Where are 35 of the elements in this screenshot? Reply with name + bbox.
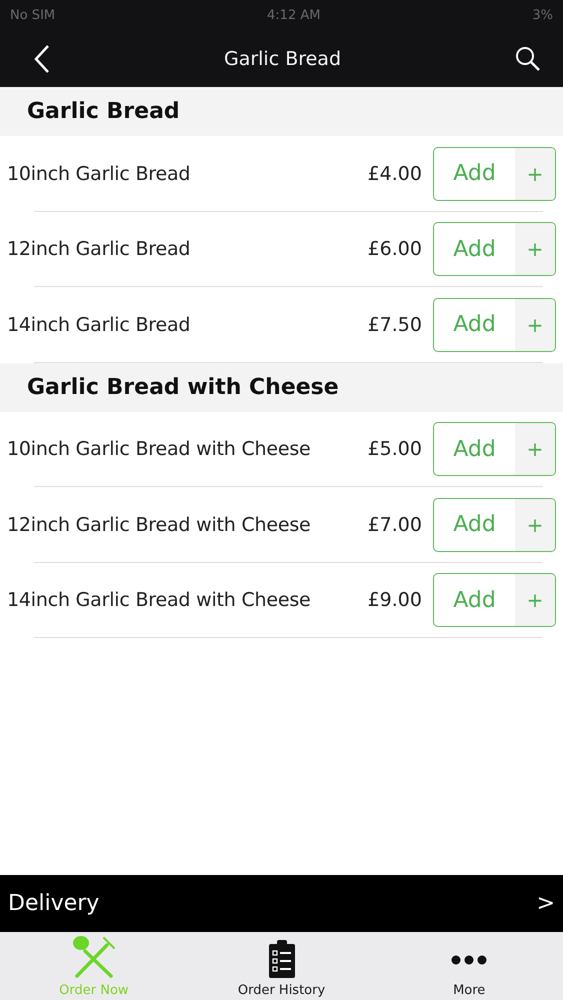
add-button[interactable]: Add +: [433, 298, 556, 352]
delivery-label: Delivery: [8, 891, 100, 916]
carrier-text: No SIM: [10, 8, 56, 22]
item-name: 10inch Garlic Bread: [7, 162, 192, 185]
clipboard-list-icon: [268, 939, 296, 979]
item-name: 12inch Garlic Bread: [7, 238, 192, 260]
fork-and-spoon-icon: [70, 935, 117, 979]
add-button[interactable]: Add +: [433, 222, 556, 276]
search-icon[interactable]: [514, 46, 541, 72]
section-header: Garlic Bread: [0, 87, 563, 136]
more-icon: [451, 955, 488, 965]
item-price: £9.00: [368, 589, 422, 612]
item-name: 14inch Garlic Bread: [7, 314, 192, 336]
add-button[interactable]: Add +: [433, 498, 556, 552]
chevron-text: >: [536, 891, 555, 916]
tab-bar-item[interactable]: Order History: [188, 932, 376, 1000]
item-price: £4.00: [368, 162, 422, 185]
delivery-bar[interactable]: Delivery >: [0, 875, 563, 932]
item-name: 12inch Garlic Bread with Cheese: [7, 514, 312, 536]
item-name: 14inch Garlic Bread with Cheese: [7, 589, 312, 612]
add-button[interactable]: Add +: [433, 573, 556, 628]
section-header: Garlic Bread with Cheese: [0, 362, 563, 412]
item-price: £7.50: [368, 314, 422, 336]
item-name: 10inch Garlic Bread with Cheese: [7, 438, 312, 460]
item-price: £6.00: [368, 238, 422, 260]
add-button[interactable]: Add +: [433, 422, 556, 476]
back-icon[interactable]: [34, 44, 50, 74]
tab-bar-item[interactable]: More: [375, 932, 563, 1000]
item-price: £5.00: [368, 438, 422, 460]
page-title: Garlic Bread: [224, 48, 342, 70]
tab-bar-item[interactable]: Order Now: [0, 932, 188, 1000]
battery-text: 3%: [532, 8, 553, 22]
time-text: 4:12 AM: [267, 8, 320, 22]
item-price: £7.00: [368, 514, 422, 536]
add-button[interactable]: Add +: [433, 146, 556, 201]
